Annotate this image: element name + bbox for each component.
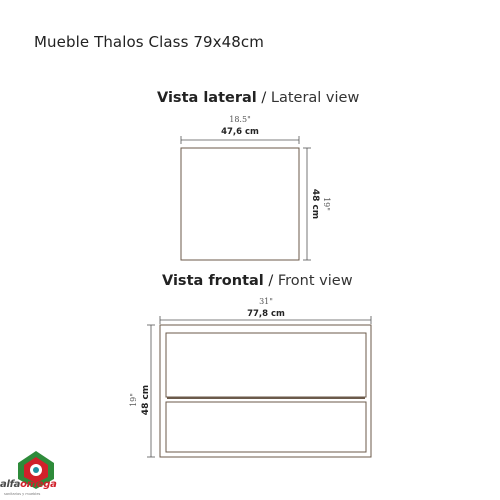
cabinet-outline: [159, 324, 372, 458]
lateral-width-cm: 47,6 cm: [221, 127, 259, 137]
lateral-height-inches: 19": [322, 197, 331, 211]
lateral-side-panel: [180, 147, 300, 261]
frontal-height-cm: 48 cm: [141, 385, 151, 415]
front-view-drawing: 31" 77,8 cm 48 cm 19": [129, 297, 372, 458]
lateral-view-drawing: 18.5" 47,6 cm 48 cm 19": [180, 115, 331, 261]
brand-tagline: sanitarios y muebles: [4, 492, 41, 496]
frontal-height-inches: 19": [129, 393, 138, 407]
frontal-width-cm: 77,8 cm: [247, 309, 285, 319]
lateral-width-inches: 18.5": [229, 115, 251, 124]
brand-name: alfaomega: [0, 479, 57, 490]
bottom-drawer: [165, 401, 367, 453]
brand-name-b: omega: [20, 479, 57, 490]
frontal-width-inches: 31": [259, 297, 273, 306]
top-drawer: [165, 332, 367, 398]
brand-name-a: alfa: [0, 479, 21, 490]
technical-drawing: 18.5" 47,6 cm 48 cm 19" 31" 77,8 cm 48 c…: [129, 115, 372, 458]
lateral-height-cm: 48 cm: [310, 189, 320, 219]
